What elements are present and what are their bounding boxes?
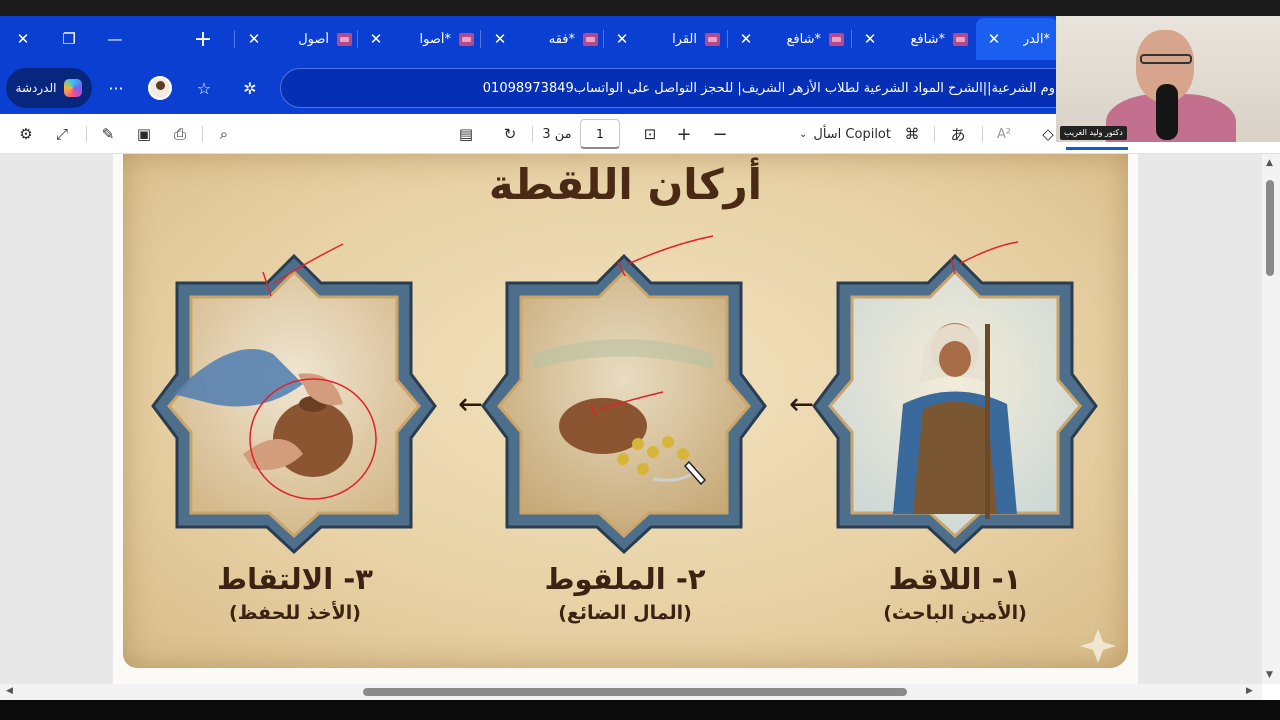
panel-laqit-frame xyxy=(812,241,1098,555)
tab-close-icon[interactable]: ✕ xyxy=(366,30,386,48)
pdf-file-icon xyxy=(459,32,474,46)
top-black-band xyxy=(0,0,1280,16)
fit-page-icon[interactable]: ⊡ xyxy=(638,122,662,146)
copilot-icon xyxy=(64,79,83,97)
tab-close-icon[interactable]: ✕ xyxy=(860,30,880,48)
caption-iltiqat: ٣- الالتقاط (الأخذ للحفظ) xyxy=(185,562,405,624)
tab-active[interactable]: *الدر ✕ xyxy=(976,18,1058,60)
rotate-icon[interactable]: ↻ xyxy=(498,122,522,146)
read-aloud-icon[interactable]: A² xyxy=(992,122,1016,146)
tab-title: *الدر xyxy=(1022,31,1050,47)
page-total-label: من 3 xyxy=(542,126,572,142)
tab-close-icon[interactable]: ✕ xyxy=(490,30,510,48)
tab-close-icon[interactable]: ✕ xyxy=(736,30,756,48)
tab-aswa[interactable]: *أصوا ✕ xyxy=(366,18,474,60)
zoom-out-button[interactable]: − xyxy=(708,122,732,146)
zoom-in-button[interactable]: + xyxy=(672,122,696,146)
caption-malqut: ٢- الملقوط (المال الضائع) xyxy=(515,562,735,624)
pdf-viewport[interactable]: ← ← أركان اللقطة ١- اللاقط (الأمين الباح… xyxy=(0,154,1262,684)
window-close-button[interactable]: ✕ xyxy=(0,18,46,60)
extensions-icon[interactable]: ✲ xyxy=(238,76,262,100)
pdf-file-icon xyxy=(705,32,720,46)
copilot-chat-button[interactable]: الدردشة xyxy=(6,68,92,108)
tab-shafi-2[interactable]: *شافع ✕ xyxy=(736,18,844,60)
tab-title: القرا xyxy=(672,31,697,47)
scroll-down-icon[interactable]: ▼ xyxy=(1266,670,1273,680)
caption-subtitle: (الأمين الباحث) xyxy=(883,602,1027,624)
caption-subtitle: (الأخذ للحفظ) xyxy=(229,602,361,624)
ask-copilot-label: اسأل Copilot xyxy=(813,126,891,142)
search-icon[interactable]: ⌕ xyxy=(212,122,236,146)
caption-title: ٢- الملقوط xyxy=(544,562,706,596)
vertical-scrollbar[interactable]: ▲ ▼ xyxy=(1262,154,1280,684)
draw-tool-indicator xyxy=(1066,147,1128,150)
tab-title: *فقه xyxy=(548,31,575,47)
favorites-icon[interactable]: ☆ xyxy=(192,76,216,100)
tab-fiqh[interactable]: *فقه ✕ xyxy=(490,18,598,60)
page-view-icon[interactable]: ▤ xyxy=(454,122,478,146)
pdf-page: ← ← أركان اللقطة ١- اللاقط (الأمين الباح… xyxy=(113,154,1138,684)
window-minimize-button[interactable]: — xyxy=(92,18,138,60)
pdf-file-icon xyxy=(829,32,844,46)
scroll-up-icon[interactable]: ▲ xyxy=(1266,158,1273,168)
document-title: أركان اللقطة xyxy=(488,160,763,209)
caption-subtitle: (المال الضائع) xyxy=(558,602,692,624)
webcam-overlay: دكتور وليد الغريب xyxy=(1056,16,1280,142)
save-disk-icon[interactable]: ▣ xyxy=(132,122,156,146)
caption-title: ٣- الالتقاط xyxy=(217,562,373,596)
tab-title: *شافع xyxy=(786,31,822,47)
microphone-icon xyxy=(1156,84,1178,140)
browser-window: ✕ ❐ — + أصول ✕ *أصوا ✕ *فقه ✕ القرا ✕ *ش… xyxy=(0,0,1280,720)
chat-label: الدردشة xyxy=(15,81,57,95)
tab-title: أصول xyxy=(298,31,329,47)
new-tab-button[interactable]: + xyxy=(180,18,226,60)
ask-copilot-button[interactable]: ⌄ اسأل Copilot xyxy=(796,122,894,146)
tab-qira[interactable]: القرا ✕ xyxy=(612,18,720,60)
pdf-file-icon xyxy=(583,32,598,46)
tab-title: *شافع xyxy=(910,31,946,47)
tab-close-icon[interactable]: ✕ xyxy=(244,30,264,48)
panel-iltiqat-frame xyxy=(151,243,437,555)
presenter-name-label: دكتور وليد الغريب xyxy=(1060,126,1127,140)
scroll-right-icon[interactable]: ▶ xyxy=(1246,686,1253,696)
address-input[interactable]: وم الشرعية||الشرح المواد الشرعية لطلاب ا… xyxy=(280,68,1080,108)
chevron-down-icon: ⌄ xyxy=(798,128,808,140)
bottom-black-band xyxy=(0,700,1280,720)
horizontal-scrollbar[interactable]: ◀ ▶ xyxy=(0,684,1262,700)
print-icon[interactable]: ⎙ xyxy=(168,122,192,146)
translate-icon[interactable]: あ xyxy=(946,122,970,146)
pdf-file-icon xyxy=(337,32,352,46)
tab-close-icon[interactable]: ✕ xyxy=(612,30,632,48)
tab-shafi-1[interactable]: *شافع ✕ xyxy=(860,18,968,60)
save-as-icon[interactable]: ✎ xyxy=(96,122,120,146)
profile-avatar[interactable] xyxy=(148,76,172,100)
tab-usul[interactable]: أصول ✕ xyxy=(244,18,352,60)
horizontal-scroll-thumb[interactable] xyxy=(363,688,907,696)
window-restore-button[interactable]: ❐ xyxy=(46,18,92,60)
scroll-left-icon[interactable]: ◀ xyxy=(6,686,13,696)
page-number-input[interactable]: 1 xyxy=(580,119,620,149)
tab-title: *أصوا xyxy=(419,31,451,47)
settings-gear-icon[interactable]: ⚙ xyxy=(14,122,38,146)
copilot-sparkle-icon[interactable]: ⌘ xyxy=(900,122,924,146)
sparkle-icon xyxy=(1080,629,1116,663)
fullscreen-expand-icon[interactable]: ⤢ xyxy=(50,122,74,146)
vertical-scroll-thumb[interactable] xyxy=(1266,180,1274,276)
flow-arrow-2: ← xyxy=(458,387,483,422)
tab-close-icon[interactable]: ✕ xyxy=(984,30,1004,48)
more-menu-button[interactable]: ··· xyxy=(104,76,128,100)
glasses-icon xyxy=(1140,54,1192,64)
pdf-file-icon xyxy=(953,32,968,46)
panel-malqut-frame xyxy=(481,235,767,555)
url-text: وم الشرعية||الشرح المواد الشرعية لطلاب ا… xyxy=(482,80,1055,96)
caption-laqit: ١- اللاقط (الأمين الباحث) xyxy=(845,562,1065,624)
caption-title: ١- اللاقط xyxy=(888,562,1022,596)
flow-arrow-1: ← xyxy=(789,387,814,422)
